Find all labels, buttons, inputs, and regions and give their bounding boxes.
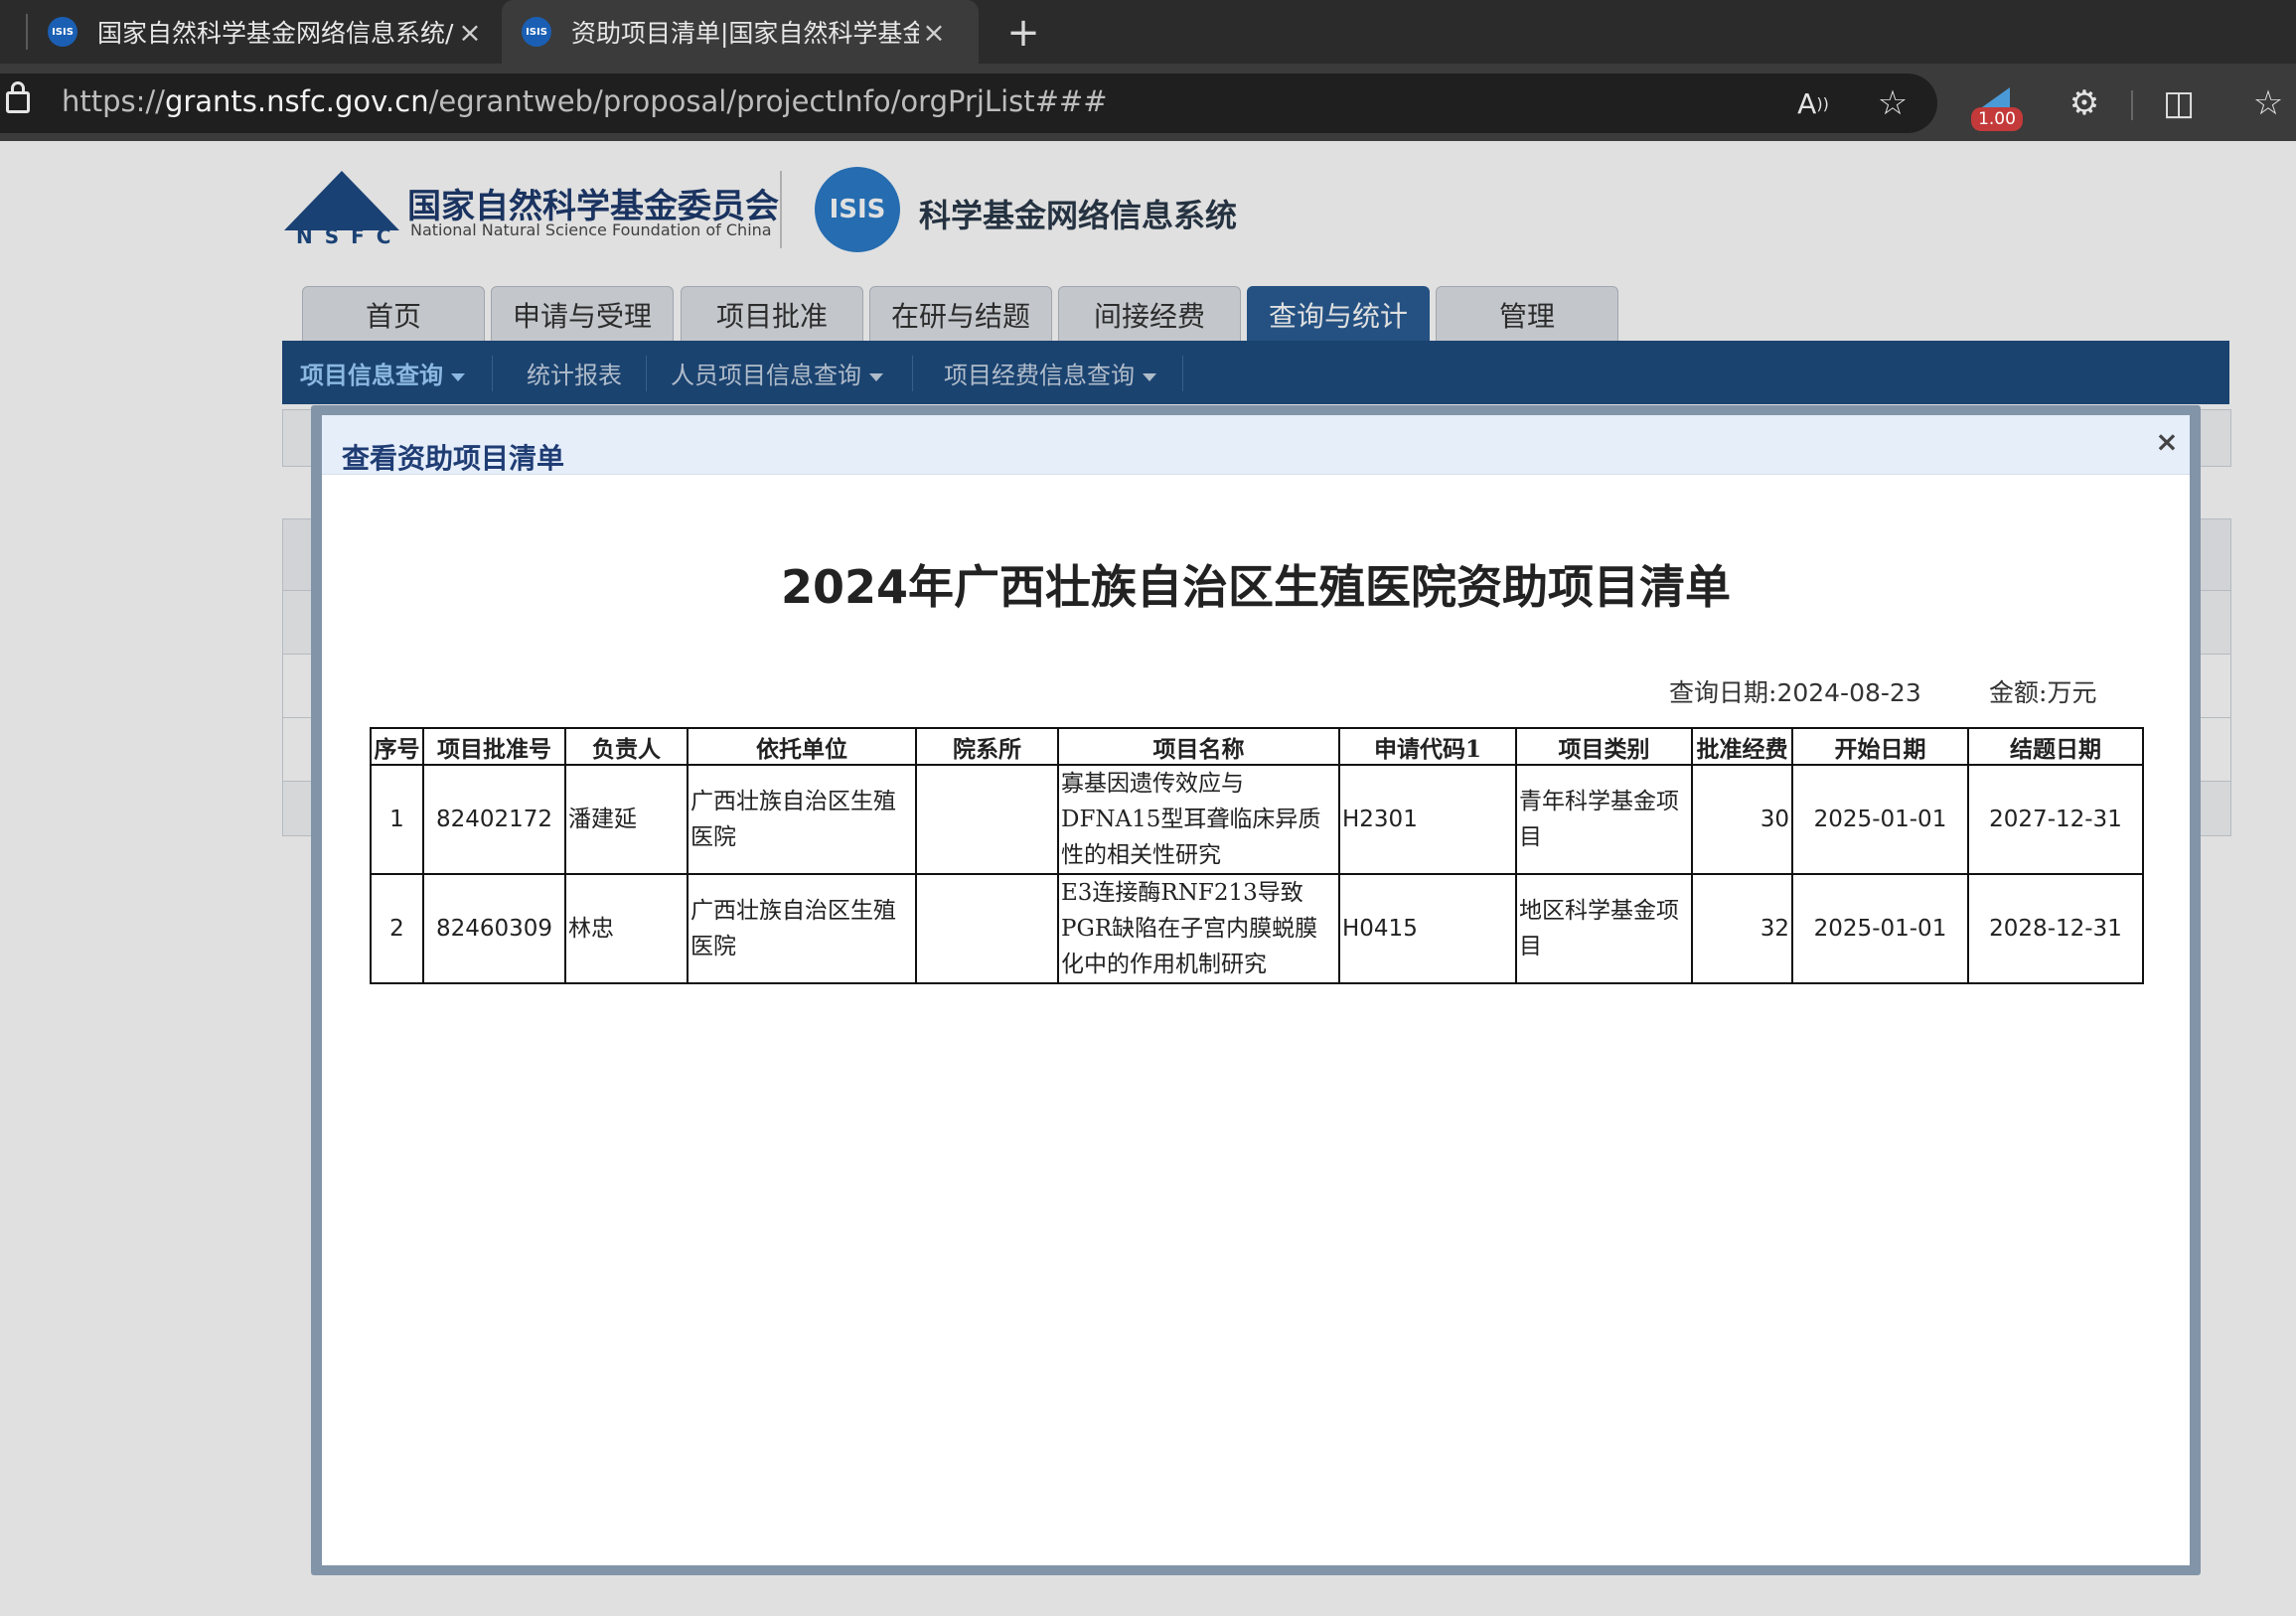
isis-favicon-icon: ISIS bbox=[48, 17, 77, 47]
cell-project-name: E3连接酶RNF213导致PGR缺陷在子宫内膜蜕膜化中的作用机制研究 bbox=[1057, 873, 1340, 984]
cell-code: H0415 bbox=[1338, 873, 1517, 984]
cell-end-date: 2027-12-31 bbox=[1967, 764, 2144, 875]
extensions-icon[interactable]: ⚙ bbox=[2060, 78, 2109, 128]
cell-funding: 30 bbox=[1691, 764, 1793, 875]
cell-approval-no: 82402172 bbox=[422, 764, 566, 875]
cell-start-date: 2025-01-01 bbox=[1791, 764, 1969, 875]
column-header: 结题日期 bbox=[1967, 727, 2144, 766]
cell-no: 2 bbox=[370, 873, 424, 984]
cell-institution: 广西壮族自治区生殖医院 bbox=[687, 764, 917, 875]
cell-approval-no: 82460309 bbox=[422, 873, 566, 984]
query-date: 查询日期:2024-08-23 bbox=[1669, 673, 1921, 709]
cell-pi: 林忠 bbox=[564, 873, 689, 984]
isis-favicon-icon: ISIS bbox=[522, 17, 551, 47]
query-date-label: 查询日期: bbox=[1669, 678, 1777, 707]
column-header: 批准经费 bbox=[1691, 727, 1793, 766]
cell-end-date: 2028-12-31 bbox=[1967, 873, 2144, 984]
table-row: 2 82460309 林忠 广西壮族自治区生殖医院 E3连接酶RNF213导致P… bbox=[370, 873, 2144, 984]
cell-funding: 32 bbox=[1691, 873, 1793, 984]
column-header: 申请代码1 bbox=[1338, 727, 1517, 766]
cell-pi: 潘建延 bbox=[564, 764, 689, 875]
tab-title: 资助项目清单|国家自然科学基金 bbox=[571, 19, 919, 48]
close-tab-icon[interactable]: × bbox=[919, 16, 949, 49]
url-path: /egrantweb/proposal/projectInfo/orgPrjLi… bbox=[428, 84, 1108, 118]
split-screen-icon[interactable]: ◫ bbox=[2154, 78, 2204, 128]
cell-category: 青年科学基金项目 bbox=[1515, 764, 1693, 875]
column-header: 负责人 bbox=[564, 727, 689, 766]
table-row: 1 82402172 潘建延 广西壮族自治区生殖医院 寡基因遗传效应与DFNA1… bbox=[370, 764, 2144, 875]
zoom-badge[interactable]: 1.00 bbox=[1971, 107, 2023, 131]
table-header-row: 序号 项目批准号 负责人 依托单位 院系所 项目名称 申请代码1 项目类别 批准… bbox=[370, 727, 2144, 766]
lock-icon[interactable] bbox=[6, 81, 30, 113]
read-aloud-icon[interactable]: A)) bbox=[1788, 78, 1838, 128]
cell-start-date: 2025-01-01 bbox=[1791, 873, 1969, 984]
cell-category: 地区科学基金项目 bbox=[1515, 873, 1693, 984]
amount-label: 金额: bbox=[1989, 678, 2048, 707]
cell-department bbox=[915, 764, 1059, 875]
close-icon[interactable]: × bbox=[2151, 425, 2183, 458]
project-table: 序号 项目批准号 负责人 依托单位 院系所 项目名称 申请代码1 项目类别 批准… bbox=[370, 727, 2144, 984]
toolbar-divider bbox=[2131, 90, 2133, 120]
browser-tab-2[interactable]: ISIS 资助项目清单|国家自然科学基金 × bbox=[502, 0, 979, 64]
browser-tab-1[interactable]: ISIS 国家自然科学基金网络信息系统/ × bbox=[48, 0, 495, 64]
cell-department bbox=[915, 873, 1059, 984]
zoom-icon bbox=[1982, 87, 2010, 107]
new-tab-button[interactable]: + bbox=[998, 8, 1048, 58]
column-header: 依托单位 bbox=[687, 727, 917, 766]
cell-no: 1 bbox=[370, 764, 424, 875]
modal-title: 查看资助项目清单 bbox=[342, 442, 565, 475]
column-header: 开始日期 bbox=[1791, 727, 1969, 766]
favorites-icon[interactable]: ☆ bbox=[2243, 78, 2293, 128]
column-header: 院系所 bbox=[915, 727, 1059, 766]
query-date-value: 2024-08-23 bbox=[1776, 678, 1921, 707]
column-header: 项目名称 bbox=[1057, 727, 1340, 766]
url-prefix: https:// bbox=[62, 84, 165, 118]
report-title-text: 年广西壮族自治区生殖医院资助项目清单 bbox=[908, 560, 1732, 614]
cell-institution: 广西壮族自治区生殖医院 bbox=[687, 873, 917, 984]
report-title-year: 2024 bbox=[780, 560, 909, 614]
column-header: 序号 bbox=[370, 727, 424, 766]
favorite-star-icon[interactable]: ☆ bbox=[1868, 78, 1917, 128]
column-header: 项目批准号 bbox=[422, 727, 566, 766]
column-header: 项目类别 bbox=[1515, 727, 1693, 766]
url-text[interactable]: https://grants.nsfc.gov.cn/egrantweb/pro… bbox=[62, 84, 1108, 118]
tab-separator bbox=[26, 14, 28, 50]
amount-unit-value: 万元 bbox=[2047, 678, 2097, 707]
report-title: 2024年广西壮族自治区生殖医院资助项目清单 bbox=[322, 551, 2190, 617]
cell-code: H2301 bbox=[1338, 764, 1517, 875]
close-tab-icon[interactable]: × bbox=[455, 16, 485, 49]
modal-header bbox=[322, 415, 2190, 475]
amount-unit: 金额:万元 bbox=[1989, 673, 2096, 709]
tab-title: 国家自然科学基金网络信息系统/ bbox=[97, 19, 454, 48]
url-host: grants.nsfc.gov.cn bbox=[164, 84, 429, 118]
cell-project-name: 寡基因遗传效应与DFNA15型耳聋临床异质性的相关性研究 bbox=[1057, 764, 1340, 875]
